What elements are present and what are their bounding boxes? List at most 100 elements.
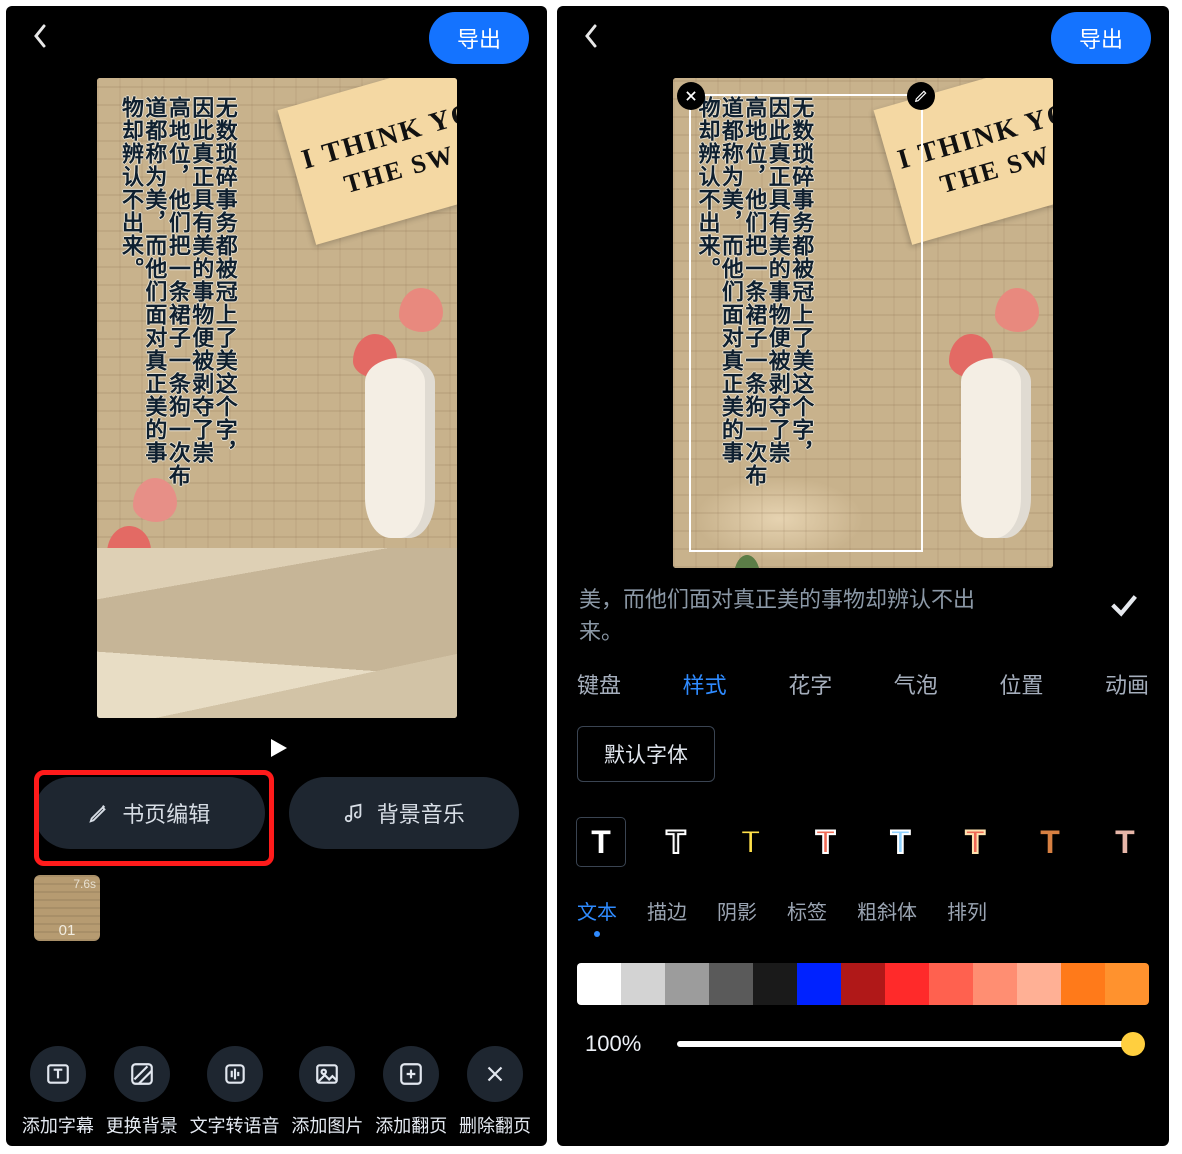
subtab-bold[interactable]: 粗斜体 xyxy=(857,896,917,937)
back-button[interactable] xyxy=(575,16,607,61)
color-swatch[interactable] xyxy=(1105,963,1149,1005)
preset-1[interactable]: T xyxy=(577,818,625,866)
tool-delete-page[interactable]: 删除翻页 xyxy=(459,1046,531,1138)
selection-edit-button[interactable] xyxy=(907,82,935,110)
tool-label: 添加字幕 xyxy=(22,1112,94,1138)
color-swatch[interactable] xyxy=(797,963,841,1005)
vtext-col: 高地位，他们把一条裙子一条狗一次布 xyxy=(743,96,765,487)
bg-music-button[interactable]: 背景音乐 xyxy=(289,777,520,849)
play-button[interactable] xyxy=(6,736,547,767)
preset-5[interactable]: T xyxy=(876,818,924,866)
tool-label: 删除翻页 xyxy=(459,1112,531,1138)
subtab-stroke[interactable]: 描边 xyxy=(647,896,687,937)
phone-left: 导出 I THINK YO THE SW 无数琐碎事务都被冠上了美这个字， xyxy=(6,6,547,1146)
vase-illustration xyxy=(365,358,435,538)
preset-7[interactable]: T xyxy=(1026,818,1074,866)
tool-label: 更换背景 xyxy=(106,1112,178,1138)
font-row: 默认字体 xyxy=(557,714,1169,794)
color-swatch[interactable] xyxy=(1061,963,1105,1005)
vtext-col: 物却辨认不出来。 xyxy=(696,96,718,487)
check-icon xyxy=(1107,588,1141,622)
font-default-chip[interactable]: 默认字体 xyxy=(577,726,715,782)
vtext-col: 道都称为美，而他们面对真正美的事 xyxy=(719,96,741,487)
vertical-text-block[interactable]: 无数琐碎事务都被冠上了美这个字， 因此真正具有美的事物便被剥夺了崇 高地位，他们… xyxy=(695,96,812,487)
text-box-icon xyxy=(45,1061,71,1087)
text-preview-line: 美，而他们面对真正美的事物却辨认不出 xyxy=(579,582,975,614)
tab-position[interactable]: 位置 xyxy=(997,664,1045,704)
preset-6[interactable]: T xyxy=(951,818,999,866)
color-swatches[interactable] xyxy=(577,963,1149,1005)
bottom-toolbar: 添加字幕 更换背景 文字转语音 添加图片 添加翻页 删除翻页 xyxy=(6,1046,547,1138)
close-icon xyxy=(684,89,698,103)
papers-pile xyxy=(97,548,457,718)
vtext-col: 无数琐碎事务都被冠上了美这个字， xyxy=(213,96,235,487)
flower-petal xyxy=(399,288,443,332)
color-swatch[interactable] xyxy=(665,963,709,1005)
vtext-col: 因此真正具有美的事物便被剥夺了崇 xyxy=(766,96,788,487)
text-style-presets: T T T T T T T T xyxy=(557,794,1169,876)
subtab-arrange[interactable]: 排列 xyxy=(947,896,987,937)
tool-tts[interactable]: 文字转语音 xyxy=(190,1046,280,1138)
color-swatch[interactable] xyxy=(621,963,665,1005)
vtext-col: 无数琐碎事务都被冠上了美这个字， xyxy=(790,96,812,487)
vtext-col: 高地位，他们把一条裙子一条狗一次布 xyxy=(166,96,188,487)
preset-4[interactable]: T xyxy=(802,818,850,866)
opacity-slider[interactable] xyxy=(677,1041,1141,1047)
leaves-illustration xyxy=(677,546,817,568)
subtab-tag[interactable]: 标签 xyxy=(787,896,827,937)
edit-page-button[interactable]: 书页编辑 xyxy=(34,777,265,849)
text-preview-line: 来。 xyxy=(579,614,975,646)
confirm-button[interactable] xyxy=(1107,582,1147,628)
tool-add-subtitle[interactable]: 添加字幕 xyxy=(22,1046,94,1138)
selection-close-button[interactable] xyxy=(677,82,705,110)
style-subtabs: 文本 描边 阴影 标签 粗斜体 排列 xyxy=(557,876,1169,939)
color-swatch[interactable] xyxy=(885,963,929,1005)
edit-page-label: 书页编辑 xyxy=(122,797,210,829)
color-swatch[interactable] xyxy=(1017,963,1061,1005)
page-thumb-01[interactable]: 7.6s 01 xyxy=(34,875,100,941)
tab-bubble[interactable]: 气泡 xyxy=(892,664,940,704)
preview-canvas[interactable]: I THINK YO THE SW 无数琐碎事务都被冠上了美这个字， 因此真正具… xyxy=(97,78,457,718)
subtab-text[interactable]: 文本 xyxy=(577,896,617,937)
color-swatch[interactable] xyxy=(841,963,885,1005)
x-icon xyxy=(482,1061,508,1087)
voice-bars-icon xyxy=(222,1061,248,1087)
opacity-row: 100% xyxy=(557,1005,1169,1069)
diag-lines-icon xyxy=(129,1061,155,1087)
preset-2[interactable]: T xyxy=(652,818,700,866)
subtab-shadow[interactable]: 阴影 xyxy=(717,896,757,937)
thumb-index: 01 xyxy=(34,922,100,939)
slider-knob[interactable] xyxy=(1121,1032,1145,1056)
back-button[interactable] xyxy=(24,16,56,61)
tab-style[interactable]: 样式 xyxy=(681,664,729,704)
color-swatch[interactable] xyxy=(577,963,621,1005)
export-button[interactable]: 导出 xyxy=(429,12,529,64)
export-button[interactable]: 导出 xyxy=(1051,12,1151,64)
flower-petal xyxy=(995,288,1039,332)
chevron-left-icon xyxy=(583,24,599,48)
mid-buttons: 书页编辑 背景音乐 xyxy=(6,777,547,849)
pencil-icon xyxy=(88,802,110,824)
preset-3[interactable]: T xyxy=(727,818,775,866)
tool-add-page[interactable]: 添加翻页 xyxy=(375,1046,447,1138)
opacity-percent: 100% xyxy=(585,1031,655,1057)
preview-area: I THINK YO THE SW 无数琐碎事务都被冠上了美这个字， 因此真正具… xyxy=(557,70,1169,568)
color-swatch[interactable] xyxy=(709,963,753,1005)
color-swatch[interactable] xyxy=(929,963,973,1005)
color-swatch[interactable] xyxy=(973,963,1017,1005)
tab-art[interactable]: 花字 xyxy=(786,664,834,704)
tool-add-image[interactable]: 添加图片 xyxy=(291,1046,363,1138)
preview-area: I THINK YO THE SW 无数琐碎事务都被冠上了美这个字， 因此真正具… xyxy=(6,70,547,718)
vertical-text-block: 无数琐碎事务都被冠上了美这个字， 因此真正具有美的事物便被剥夺了崇 高地位，他们… xyxy=(119,96,236,487)
vtext-col: 道都称为美，而他们面对真正美的事 xyxy=(143,96,165,487)
tab-keyboard[interactable]: 键盘 xyxy=(575,664,623,704)
bg-music-label: 背景音乐 xyxy=(377,797,465,829)
vtext-col: 物却辨认不出来。 xyxy=(120,96,142,487)
preset-8[interactable]: T xyxy=(1101,818,1149,866)
tool-change-bg[interactable]: 更换背景 xyxy=(106,1046,178,1138)
preview-canvas[interactable]: I THINK YO THE SW 无数琐碎事务都被冠上了美这个字， 因此真正具… xyxy=(673,78,1053,568)
color-swatch[interactable] xyxy=(753,963,797,1005)
page-thumbnails: 7.6s 01 xyxy=(6,849,547,941)
tab-anim[interactable]: 动画 xyxy=(1103,664,1151,704)
tool-label: 添加图片 xyxy=(291,1112,363,1138)
